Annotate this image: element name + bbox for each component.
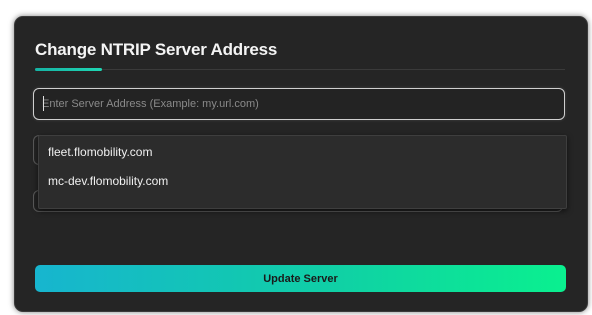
update-server-button[interactable]: Update Server xyxy=(35,265,566,292)
dialog-title: Change NTRIP Server Address xyxy=(35,40,278,59)
suggestion-item[interactable]: fleet.flomobility.com xyxy=(48,145,152,159)
autocomplete-dropdown: fleet.flomobility.com mc-dev.flomobility… xyxy=(38,135,567,209)
change-server-dialog: Change NTRIP Server Address fleet.flomob… xyxy=(14,16,588,312)
server-address-input[interactable] xyxy=(33,88,565,120)
title-divider xyxy=(35,69,565,70)
text-caret xyxy=(43,96,44,111)
suggestion-item[interactable]: mc-dev.flomobility.com xyxy=(48,174,168,188)
title-accent-bar xyxy=(35,68,102,71)
